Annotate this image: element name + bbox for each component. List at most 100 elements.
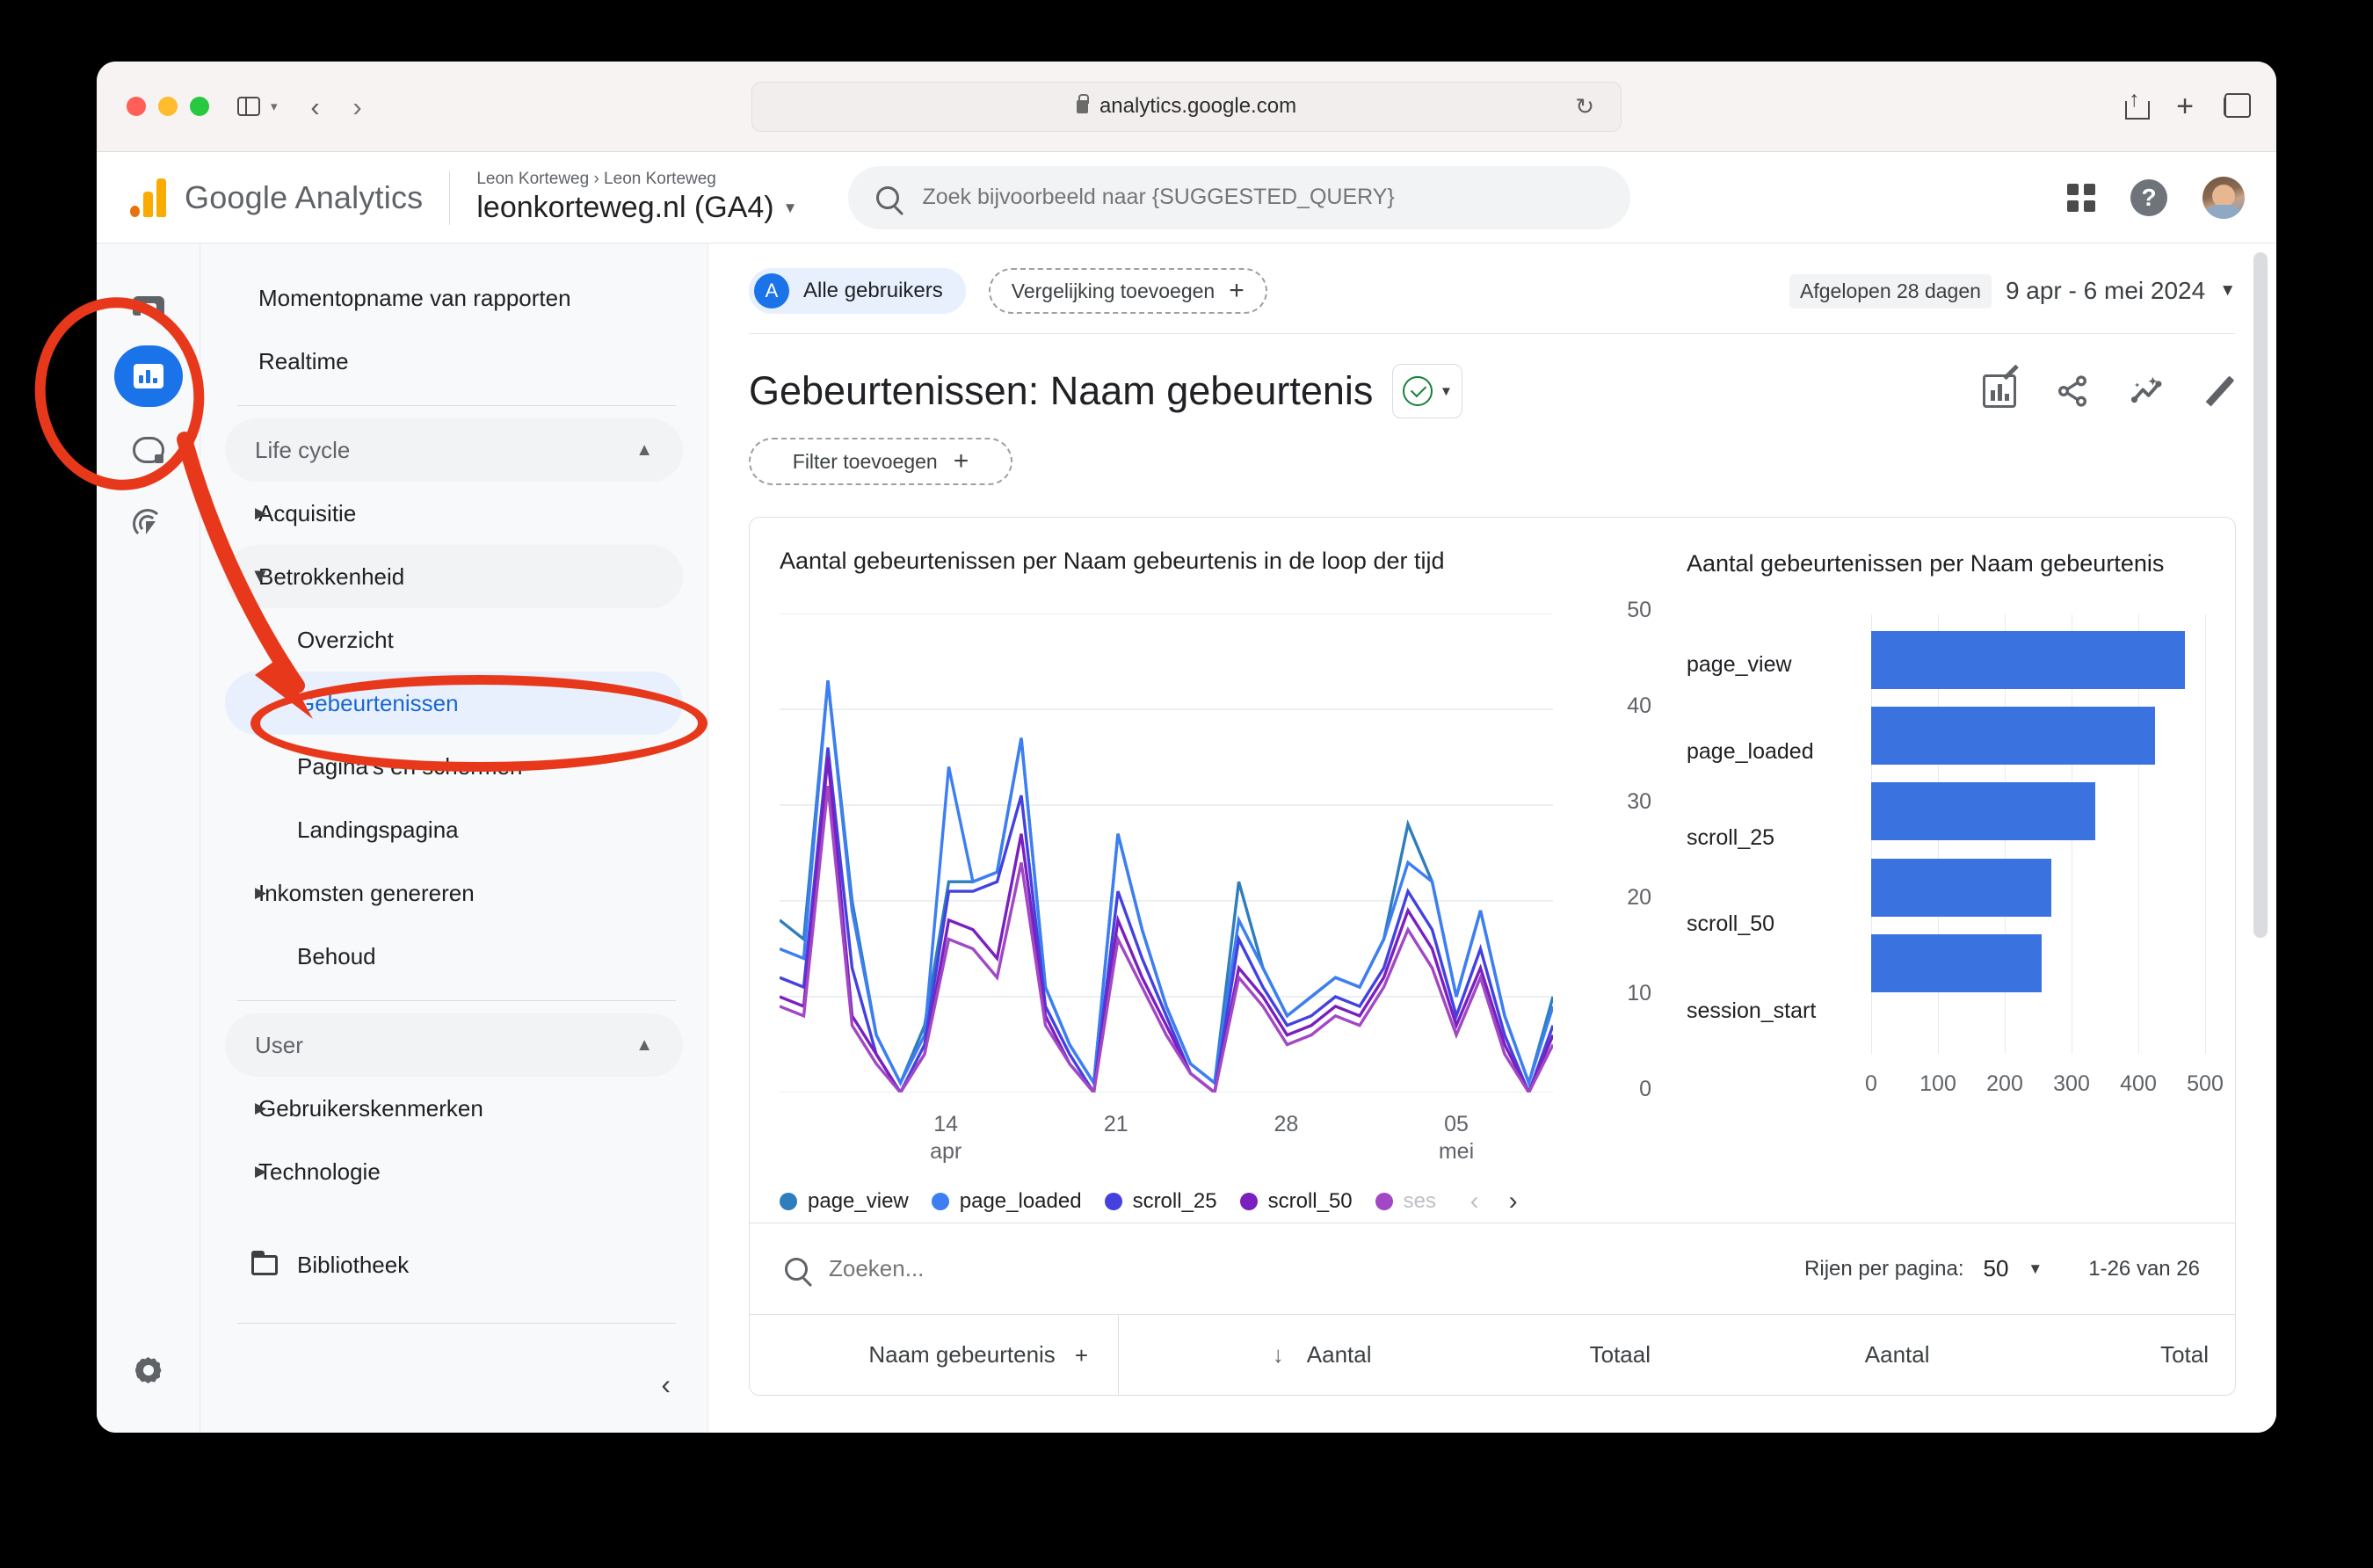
line-chart-canvas[interactable] — [780, 613, 1553, 1093]
sidebar-item-reports-snapshot[interactable]: Momentopname van rapporten — [225, 266, 683, 330]
tab-overview-icon[interactable] — [2224, 93, 2251, 118]
rail-item-advertising[interactable] — [114, 493, 183, 555]
sidebar-item-landingspagina[interactable]: Landingspagina — [225, 798, 683, 861]
column-header-metric-2[interactable]: Totaal — [1398, 1341, 1678, 1368]
chevron-down-icon: ▼ — [1439, 383, 1453, 399]
rail-item-reports[interactable] — [113, 345, 183, 407]
page-title: Gebeurtenissen: Naam gebeurtenis — [749, 368, 1374, 413]
maximize-window-button[interactable] — [190, 97, 209, 116]
google-analytics-logo[interactable]: Google Analytics — [120, 178, 423, 217]
sidebar-item-bibliotheek[interactable]: Bibliotheek — [225, 1233, 683, 1296]
chevron-right-icon: ▶ — [255, 505, 267, 521]
rows-per-page[interactable]: Rijen per pagina: 50 ▼ — [1804, 1255, 2043, 1282]
sidebar-item-technologie[interactable]: ▶ Technologie — [225, 1140, 683, 1203]
chevron-down-icon[interactable]: ▾ — [271, 98, 278, 114]
legend-item[interactable]: page_loaded — [931, 1189, 1082, 1214]
legend-prev-icon[interactable]: ‹ — [1470, 1187, 1479, 1216]
bar[interactable] — [1871, 934, 2042, 993]
bar-x-tick-label: 0 — [1865, 1071, 1877, 1097]
plus-icon[interactable]: + — [2176, 91, 2194, 121]
plus-icon: + — [1229, 276, 1245, 305]
rail-item-explore[interactable] — [114, 419, 183, 481]
edit-pencil-icon[interactable] — [2204, 375, 2236, 407]
reload-icon[interactable]: ↻ — [1575, 93, 1594, 120]
legend-color-dot — [931, 1193, 949, 1210]
plus-icon[interactable]: + — [1075, 1344, 1088, 1367]
apps-grid-icon[interactable] — [2067, 183, 2095, 212]
add-filter-button[interactable]: Filter toevoegen + — [749, 438, 1012, 485]
window-traffic-lights[interactable] — [127, 97, 209, 116]
search-input[interactable] — [922, 185, 1603, 210]
add-filter-label: Filter toevoegen — [792, 449, 938, 473]
rows-per-page-value: 50 — [1983, 1255, 2009, 1281]
sidebar-item-paginas-en-schermen[interactable]: Pagina's en schermen — [225, 735, 683, 798]
line-chart-legend: page_view page_loaded scroll_25 scroll_50 se… — [780, 1187, 1650, 1216]
product-name: Google Analytics — [185, 178, 424, 215]
address-bar[interactable]: analytics.google.com ↻ — [751, 81, 1622, 132]
check-circle-icon — [1402, 376, 1433, 406]
gridline — [2205, 614, 2206, 1055]
share-icon[interactable] — [2055, 374, 2090, 409]
column-header-metric-3[interactable]: Aantal — [1677, 1341, 1956, 1368]
date-range-selector[interactable]: Afgelopen 28 dagen 9 apr - 6 mei 2024 ▼ — [1789, 273, 2236, 309]
minimize-window-button[interactable] — [158, 97, 178, 116]
back-arrow-icon[interactable]: ‹ — [301, 91, 330, 121]
column-header-metric-1[interactable]: ↓ Aantal — [1119, 1341, 1398, 1368]
share-icon[interactable] — [2125, 87, 2151, 120]
legend-next-icon[interactable]: › — [1509, 1187, 1518, 1216]
column-label: Aantal — [1864, 1341, 1930, 1368]
bar[interactable] — [1871, 630, 2186, 689]
sidebar-item-betrokkenheid[interactable]: ▶ Betrokkenheid — [225, 545, 683, 608]
sidebar-item-behoud[interactable]: Behoud — [225, 925, 683, 988]
help-icon[interactable]: ? — [2130, 178, 2167, 216]
legend-item[interactable]: scroll_25 — [1104, 1189, 1217, 1214]
sidebar-item-inkomsten-genereren[interactable]: ▶ Inkomsten genereren — [225, 861, 683, 925]
legend-label: page_view — [808, 1189, 909, 1213]
chevron-right-icon: ▶ — [255, 884, 267, 901]
audience-chip[interactable]: A Alle gebruikers — [749, 268, 966, 314]
rail-item-home[interactable] — [114, 272, 183, 333]
sidebar-item-acquisitie[interactable]: ▶ Acquisitie — [225, 482, 683, 545]
bar-category-label: page_view — [1687, 652, 1792, 678]
url-text: analytics.google.com — [1099, 94, 1297, 118]
sidebar-toggle-icon[interactable] — [234, 91, 264, 121]
vertical-scrollbar[interactable] — [2253, 252, 2268, 938]
bar[interactable] — [1871, 782, 2095, 841]
global-search[interactable] — [848, 165, 1631, 229]
legend-item[interactable]: scroll_50 — [1239, 1189, 1353, 1214]
sidebar-item-label: Realtime — [258, 347, 349, 374]
column-header-dimension[interactable]: Naam gebeurtenis + — [750, 1315, 1119, 1395]
collapse-left-icon[interactable]: ‹ — [661, 1368, 671, 1401]
bar[interactable] — [1871, 707, 2155, 766]
y-tick-label: 50 — [1627, 598, 1651, 622]
table-search[interactable] — [785, 1255, 1198, 1282]
sidebar-item-overzicht[interactable]: Overzicht — [225, 608, 683, 671]
gear-icon[interactable] — [132, 1354, 165, 1387]
user-avatar[interactable] — [2202, 176, 2245, 219]
close-window-button[interactable] — [127, 97, 146, 116]
legend-item[interactable]: ses — [1375, 1189, 1439, 1214]
advertising-icon — [132, 509, 164, 539]
property-selector[interactable]: leonkorteweg.nl (GA4) ▼ — [476, 191, 797, 225]
x-tick-label: 14 apr — [930, 1112, 962, 1165]
insights-icon[interactable] — [2129, 374, 2166, 409]
search-icon — [876, 185, 900, 209]
sidebar-item-gebruikerskenmerken[interactable]: ▶ Gebruikerskenmerken — [225, 1077, 683, 1140]
events-table: Rijen per pagina: 50 ▼ 1-26 van 26 Naam … — [750, 1223, 2235, 1395]
chevron-down-icon: ▼ — [2028, 1259, 2043, 1277]
report-navigation: Momentopname van rapporten Realtime Life… — [200, 243, 708, 1433]
sidebar-section-life-cycle[interactable]: Life cycle ▲ — [225, 418, 683, 482]
bar-chart-title: Aantal gebeurtenissen per Naam gebeurten… — [1687, 550, 2165, 577]
add-comparison-button[interactable]: Vergelijking toevoegen + — [988, 268, 1267, 314]
forward-arrow-icon[interactable]: › — [343, 91, 373, 121]
table-search-input[interactable] — [829, 1255, 1198, 1282]
sidebar-section-user[interactable]: User ▲ — [225, 1013, 683, 1077]
sidebar-item-realtime[interactable]: Realtime — [225, 330, 683, 393]
bar[interactable] — [1871, 858, 2052, 917]
divider — [237, 1000, 676, 1001]
column-header-metric-4[interactable]: Total — [1956, 1341, 2236, 1368]
report-status-badge[interactable]: ▼ — [1392, 364, 1463, 418]
legend-item[interactable]: page_view — [780, 1189, 909, 1214]
sidebar-item-gebeurtenissen[interactable]: Gebeurtenissen — [225, 671, 683, 735]
customize-report-icon[interactable] — [1983, 374, 2016, 408]
